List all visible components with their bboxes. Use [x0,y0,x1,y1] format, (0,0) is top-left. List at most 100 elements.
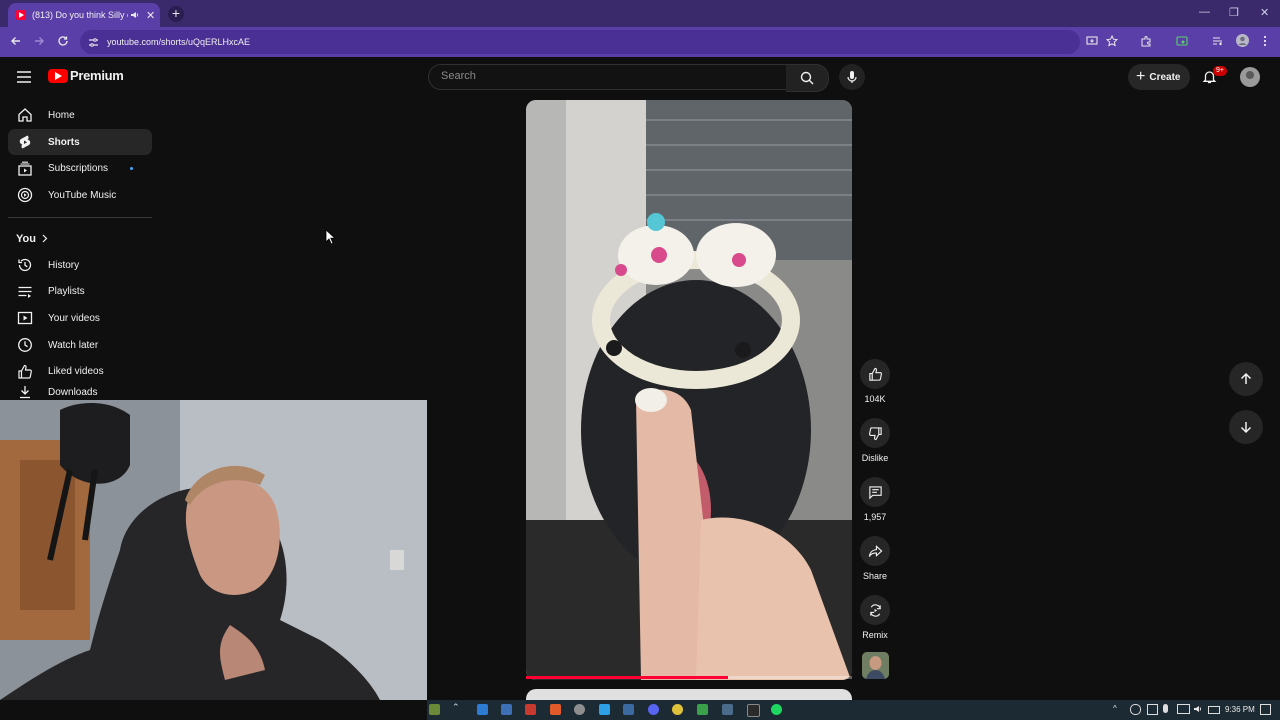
bookmark-star-icon[interactable] [1106,35,1118,47]
youtube-premium-logo[interactable]: Premium [48,68,124,83]
search-input[interactable] [439,69,773,83]
taskbar-app-icon[interactable] [623,704,634,715]
sidebar-item-subscriptions[interactable]: Subscriptions [8,155,152,182]
sidebar-item-history[interactable]: History [8,252,152,279]
previous-short-button[interactable] [1229,362,1263,396]
profile-avatar-icon[interactable] [1236,34,1249,47]
taskbar-app-icon[interactable] [429,704,440,715]
extensions-icon[interactable] [1140,35,1152,47]
sidebar-item-label: Playlists [48,286,85,298]
share-button[interactable] [860,536,890,566]
like-action[interactable]: 104K [859,359,891,404]
remix-button[interactable] [860,595,890,625]
sidebar-item-label: History [48,259,80,271]
close-window-button[interactable]: ✕ [1260,6,1269,19]
cast-icon[interactable] [1176,35,1188,47]
sidebar-item-watch-later[interactable]: Watch later [8,332,152,359]
settings-gear-icon[interactable] [574,704,585,715]
forward-arrow-icon[interactable] [33,35,45,47]
browser-menu-icon[interactable] [1263,35,1267,47]
tray-battery-icon[interactable] [1208,706,1220,714]
xbox-icon[interactable] [697,704,708,715]
site-info-icon[interactable] [88,37,99,48]
create-label: Create [1149,71,1181,83]
next-short-button[interactable] [1229,410,1263,444]
account-avatar[interactable] [1240,67,1260,87]
sidebar-item-youtube-music[interactable]: YouTube Music [8,182,152,209]
dislike-button[interactable] [860,418,890,448]
tab-title: (813) Do you think Silly enjoys [32,10,128,20]
subscriptions-icon [18,161,32,176]
youtube-play-logo-icon [48,68,68,83]
taskbar-app-icon[interactable] [525,704,536,715]
progress-played [526,676,729,679]
dog-video-frame [526,100,852,680]
shorts-video-player[interactable] [526,100,852,680]
video-progress-bar[interactable] [526,676,852,679]
shorts-icon [19,135,31,149]
minimize-button[interactable]: — [1199,6,1210,18]
sidebar-item-shorts[interactable]: Shorts [8,128,152,156]
taskbar-app-icon[interactable] [477,704,488,715]
remix-icon [869,603,881,617]
comments-action[interactable]: 1,957 [859,477,891,522]
tray-volume-icon[interactable] [1193,704,1203,714]
media-controls-icon[interactable] [1212,35,1224,47]
create-button[interactable]: + Create [1128,64,1190,90]
tray-app-icon[interactable] [1147,704,1158,715]
url-text: youtube.com/shorts/uQqERLHxcAE [107,37,251,47]
search-button[interactable] [786,64,829,92]
address-bar[interactable]: youtube.com/shorts/uQqERLHxcAE [80,30,1080,54]
taskbar-app-icon[interactable] [501,704,512,715]
youtube-masthead: Premium + Create 9+ [0,57,1280,97]
tray-microphone-icon[interactable] [1163,704,1168,713]
sidebar-item-home[interactable]: Home [8,102,152,129]
tab-audio-icon[interactable] [130,10,140,20]
sidebar-item-label: Downloads [48,386,98,398]
search-box [428,64,788,90]
spotify-icon[interactable] [771,704,782,715]
sidebar-item-label: Liked videos [48,366,104,378]
sidebar-item-label: YouTube Music [48,189,117,201]
tray-overflow-icon[interactable]: ^ [1113,704,1117,713]
sidebar-item-playlists[interactable]: Playlists [8,278,152,305]
guide-sidebar: Home Shorts Subscriptions YouTube Music … [8,102,152,399]
guide-menu-icon[interactable] [16,70,32,84]
like-count: 104K [864,394,886,404]
install-app-icon[interactable] [1086,35,1098,47]
chrome-icon[interactable] [672,704,683,715]
discord-icon[interactable] [648,704,659,715]
browser-tab-active[interactable]: (813) Do you think Silly enjoys ✕ [8,3,160,27]
download-icon [20,386,30,399]
voice-search-button[interactable] [839,64,865,90]
comments-button[interactable] [860,477,890,507]
taskbar-app-icon[interactable] [747,704,760,717]
dislike-action[interactable]: Dislike [859,418,891,463]
new-tab-button[interactable]: + [168,6,184,22]
sidebar-item-your-videos[interactable]: Your videos [8,305,152,332]
like-button[interactable] [860,359,890,389]
webcam-overlay [0,400,427,700]
taskbar-clock[interactable]: 9:36 PM [1225,705,1255,714]
share-label: Share [862,571,888,581]
sound-source-thumbnail[interactable] [862,652,889,679]
taskbar-app-icon[interactable] [722,704,733,715]
taskbar-app-icon[interactable] [599,704,610,715]
sidebar-item-liked-videos[interactable]: Liked videos [8,359,152,386]
taskbar-app-icon[interactable] [550,704,561,715]
tray-app-icon[interactable] [1130,704,1141,715]
watch-later-icon [18,338,32,353]
chevron-up-icon[interactable]: ⌃ [452,702,463,713]
os-taskbar: ⌃ ^ 9:36 PM [427,700,1280,720]
sidebar-item-downloads[interactable]: Downloads [8,385,152,399]
tray-display-icon[interactable] [1177,704,1190,714]
notification-center-icon[interactable] [1260,704,1271,715]
share-action[interactable]: Share [859,536,891,581]
tab-close-button[interactable]: ✕ [146,9,155,22]
reload-icon[interactable] [57,35,69,47]
back-arrow-icon[interactable] [10,35,22,47]
remix-action[interactable]: Remix [859,595,891,640]
restore-button[interactable]: ❐ [1229,6,1239,19]
sidebar-you-header[interactable]: You [8,226,152,252]
sidebar-item-label: Home [48,109,75,121]
